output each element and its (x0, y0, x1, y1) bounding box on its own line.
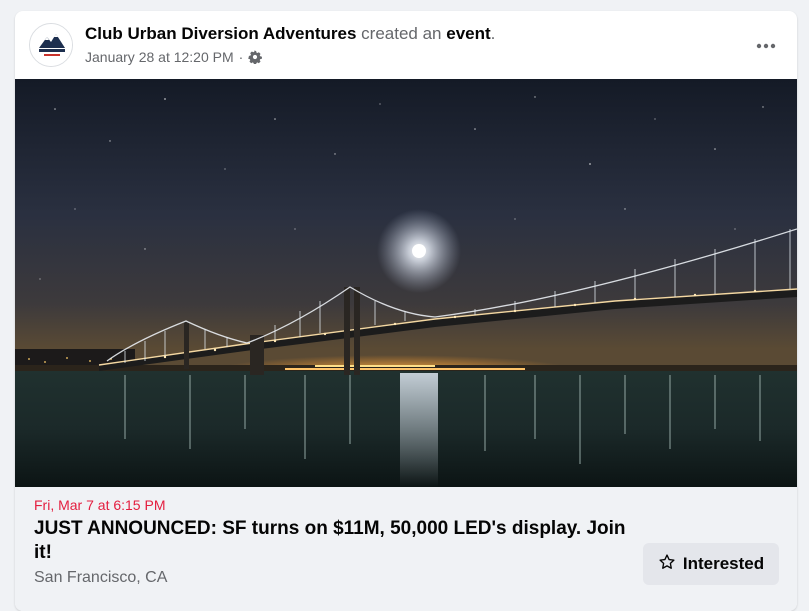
interested-label: Interested (682, 554, 765, 573)
author-name[interactable]: Club Urban Diversion Adventures (85, 24, 356, 43)
post-header: Club Urban Diversion Adventures created … (15, 11, 797, 79)
gear-icon[interactable] (248, 50, 263, 65)
event-date: Fri, Mar 7 at 6:15 PM (34, 497, 166, 513)
timestamp[interactable]: January 28 at 12:20 PM (85, 48, 234, 66)
meta-separator: · (238, 49, 244, 65)
event-info-panel: Fri, Mar 7 at 6:15 PM JUST ANNOUNCED: SF… (15, 487, 797, 611)
headline-period: . (490, 24, 496, 43)
post-headline: Club Urban Diversion Adventures created … (85, 23, 495, 45)
more-options-icon[interactable] (753, 33, 779, 59)
club-logo-icon (30, 24, 72, 66)
action-verb: created an (361, 24, 442, 43)
event-link[interactable]: event (446, 24, 490, 43)
event-cover-photo[interactable] (15, 79, 797, 487)
avatar[interactable] (29, 23, 73, 67)
bay-bridge-night-image (15, 79, 797, 487)
post-meta: January 28 at 12:20 PM · (85, 48, 263, 66)
post-card: Club Urban Diversion Adventures created … (15, 11, 797, 611)
star-outline-icon (658, 553, 676, 576)
event-location: San Francisco, CA (34, 569, 168, 586)
event-title[interactable]: JUST ANNOUNCED: SF turns on $11M, 50,000… (34, 517, 634, 565)
interested-button[interactable]: Interested (643, 543, 779, 585)
